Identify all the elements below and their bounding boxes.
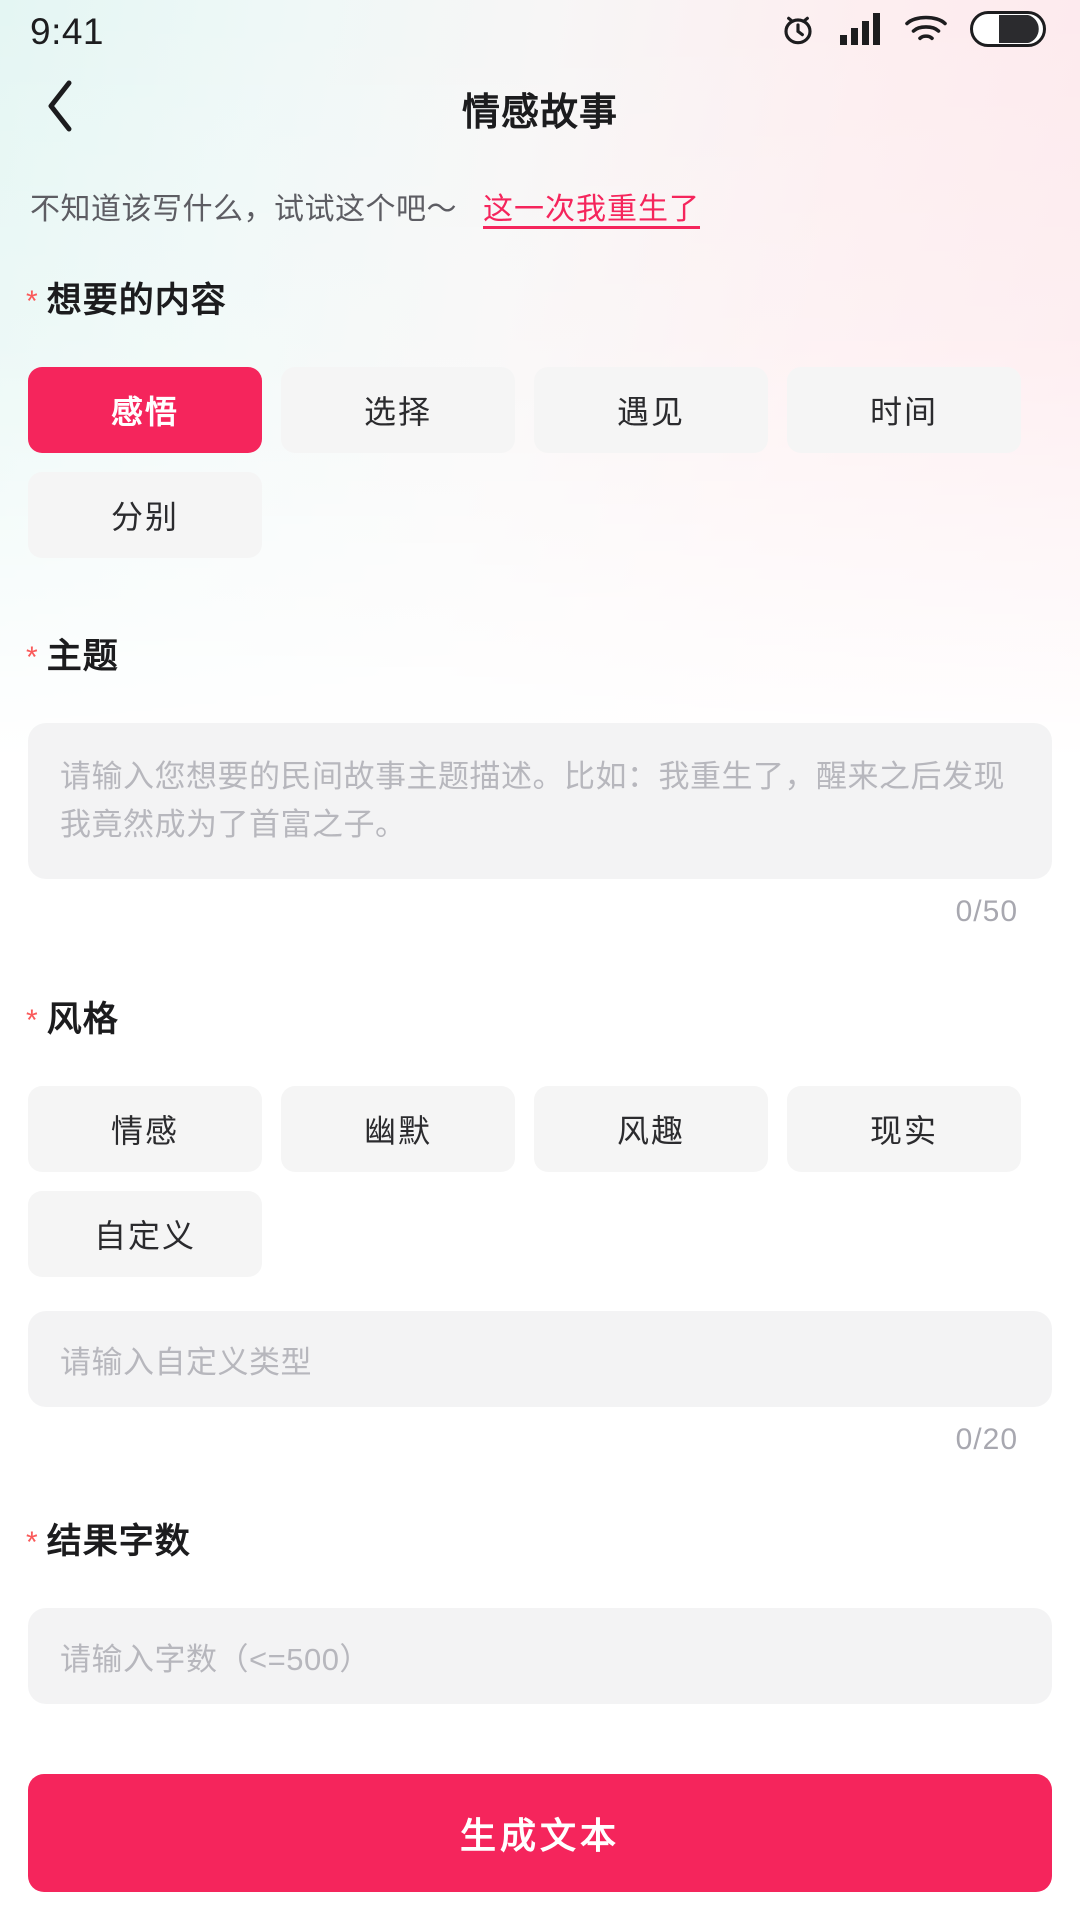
section-label-style: * 风格 [0, 991, 1080, 1042]
section-title-content: 想要的内容 [46, 281, 227, 320]
alarm-clock-icon [778, 9, 818, 54]
style-custom-counter: 0/20 [955, 1423, 1018, 1457]
chip-content-4[interactable]: 分别 [28, 472, 262, 558]
word-count-placeholder: 请输入字数（<=500） [60, 1641, 371, 1677]
theme-placeholder: 请输入您想要的民间故事主题描述。比如：我重生了，醒来之后发现我竟然成为了首富之子… [60, 759, 1005, 843]
style-custom-field-wrap: 请输入自定义类型 0/20 [0, 1311, 1080, 1457]
section-label-content: * 想要的内容 [0, 272, 1080, 323]
submit-wrap: 生成文本 [0, 1774, 1080, 1893]
navigation-bar: 情感故事 [0, 62, 1080, 154]
theme-counter: 0/50 [955, 895, 1018, 929]
section-title-style: 风格 [46, 1000, 119, 1040]
hint-text: 不知道该写什么，试试这个吧～ [30, 193, 457, 226]
wifi-icon [904, 12, 948, 51]
battery-icon [970, 10, 1046, 52]
chip-content-0[interactable]: 感悟 [28, 367, 262, 453]
hint-row: 不知道该写什么，试试这个吧～ 这一次我重生了 [0, 154, 1080, 228]
chip-style-1[interactable]: 幽默 [281, 1086, 515, 1173]
generate-text-button[interactable]: 生成文本 [28, 1774, 1052, 1893]
required-asterisk: * [26, 284, 39, 318]
page-title: 情感故事 [461, 91, 618, 134]
status-bar: 9:41 [0, 0, 1080, 62]
chip-style-0[interactable]: 情感 [28, 1086, 262, 1173]
style-custom-input[interactable]: 请输入自定义类型 [28, 1311, 1052, 1408]
theme-textarea[interactable]: 请输入您想要的民间故事主题描述。比如：我重生了，醒来之后发现我竟然成为了首富之子… [28, 723, 1052, 880]
status-icon-group [778, 9, 1046, 54]
style-chip-group: 情感 幽默 风趣 现实 自定义 [0, 1086, 1080, 1278]
chip-style-4[interactable]: 自定义 [28, 1191, 262, 1278]
status-time: 9:41 [30, 10, 105, 52]
back-button[interactable] [20, 62, 100, 154]
chip-content-2[interactable]: 遇见 [534, 367, 768, 453]
word-count-input[interactable]: 请输入字数（<=500） [28, 1608, 1052, 1705]
style-custom-placeholder: 请输入自定义类型 [60, 1344, 312, 1380]
theme-field-wrap: 请输入您想要的民间故事主题描述。比如：我重生了，醒来之后发现我竟然成为了首富之子… [0, 723, 1080, 929]
required-asterisk: * [26, 1003, 39, 1037]
word-count-field-wrap: 请输入字数（<=500） [0, 1608, 1080, 1705]
section-title-word-count: 结果字数 [46, 1522, 191, 1562]
chip-style-3[interactable]: 现实 [787, 1086, 1021, 1173]
app-screen: 9:41 情感故事 不知道该写什么，试试这个吧～ 这一次我重生了 * 想要的内容… [0, 0, 1080, 1920]
chip-content-1[interactable]: 选择 [281, 367, 515, 453]
section-title-theme: 主题 [46, 637, 119, 676]
content-chip-group: 感悟 选择 遇见 时间 分别 [0, 367, 1080, 558]
chip-style-2[interactable]: 风趣 [534, 1086, 768, 1173]
chip-content-3[interactable]: 时间 [787, 367, 1021, 453]
section-label-theme: * 主题 [0, 628, 1080, 679]
cellular-signal-icon [840, 12, 882, 50]
hint-suggestion-link[interactable]: 这一次我重生了 [483, 184, 700, 228]
required-asterisk: * [26, 640, 39, 674]
section-label-word-count: * 结果字数 [0, 1513, 1080, 1564]
required-asterisk: * [26, 1525, 39, 1559]
chevron-left-icon [43, 77, 77, 140]
